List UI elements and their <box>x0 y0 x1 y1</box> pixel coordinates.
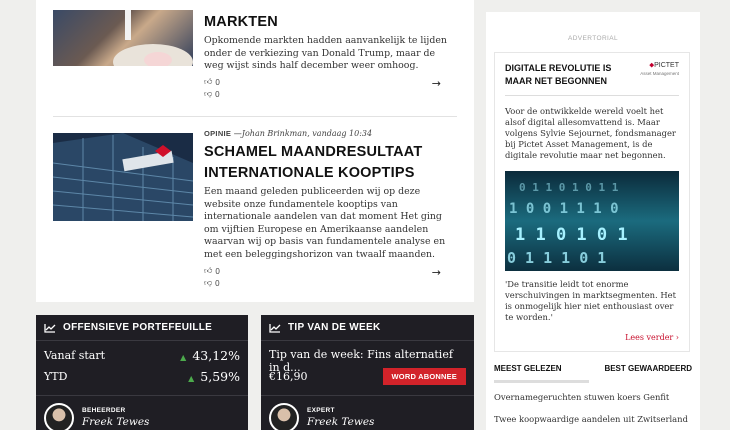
read-more-link[interactable]: Lees verder › <box>625 333 679 342</box>
triangle-up-icon: ▲ <box>180 353 187 362</box>
trend-chart-icon <box>44 323 56 333</box>
article-title[interactable]: MARKTEN <box>204 12 457 33</box>
trend-chart-icon <box>269 323 281 333</box>
article-excerpt: Een maand geleden publiceerden wij op de… <box>204 186 446 260</box>
dislike-reaction[interactable]: 👎︎ 0 <box>204 277 220 289</box>
arrow-right-icon[interactable]: → <box>432 266 441 279</box>
article-title[interactable]: SCHAMEL MAANDRESULTAAT INTERNATIONALE KO… <box>204 142 457 184</box>
portfolio-row: YTD ▲ 5,59% <box>44 369 240 384</box>
triangle-up-icon: ▲ <box>188 374 195 383</box>
list-item[interactable]: Twee koopwaardige aandelen uit Zwitserla… <box>494 414 688 424</box>
article-reactions: 👍︎ 0 👎︎ 0 <box>204 76 220 100</box>
thumbs-down-icon: 👎︎ <box>204 278 213 287</box>
article-reactions: 👍︎ 0 👎︎ 0 <box>204 265 220 289</box>
arrow-right-icon[interactable]: → <box>432 77 441 90</box>
thumbs-up-icon: 👍︎ <box>204 77 213 86</box>
tip-widget[interactable]: TIP VAN DE WEEK Tip van de week: Fins al… <box>261 315 474 430</box>
widget-title: TIP VAN DE WEEK <box>288 322 381 333</box>
widget-title: OFFENSIEVE PORTEFEUILLE <box>63 322 213 333</box>
portfolio-widget[interactable]: OFFENSIEVE PORTEFEUILLE Vanaf start ▲ 43,… <box>36 315 248 430</box>
article-item[interactable]: OPINIE —Johan Brinkman, vandaag 10:34 SC… <box>53 116 457 296</box>
thumbs-down-icon: 👎︎ <box>204 89 213 98</box>
ad-title[interactable]: DIGITALE REVOLUTIE IS MAAR NET BEGONNEN <box>505 62 625 87</box>
avatar <box>44 403 74 430</box>
subscribe-button[interactable]: WORD ABONNEE <box>382 368 466 385</box>
avatar <box>269 403 299 430</box>
article-item[interactable]: MARKTEN Opkomende markten hadden aanvank… <box>53 0 457 110</box>
advertorial-label: ADVERTORIAL <box>567 35 619 42</box>
article-thumbnail[interactable] <box>53 133 193 221</box>
advertorial-card[interactable]: DIGITALE REVOLUTIE IS MAAR NET BEGONNEN … <box>494 52 690 352</box>
tip-expert[interactable]: EXPERT Freek Tewes <box>269 403 374 430</box>
article-category[interactable]: OPINIE <box>204 129 231 138</box>
tab-most-read[interactable]: MEEST GELEZEN <box>494 364 562 373</box>
pictet-logo: ⬥PICTET Asset Management <box>640 62 679 76</box>
tab-best-rated[interactable]: BEST GEWAARDEERD <box>604 364 692 373</box>
article-excerpt: Opkomende markten hadden aanvankelijk te… <box>204 35 447 72</box>
ad-image[interactable]: 0 1 1 0 1 0 1 1 1 0 0 1 1 1 0 1 1 0 1 0 … <box>505 171 679 271</box>
article-list: MARKTEN Opkomende markten hadden aanvank… <box>36 0 474 302</box>
list-item[interactable]: Overnamegeruchten stuwen koers Genfit <box>494 392 669 402</box>
sidebar: ADVERTORIAL DIGITALE REVOLUTIE IS MAAR N… <box>486 12 700 430</box>
dislike-reaction[interactable]: 👎︎ 0 <box>204 88 220 100</box>
like-reaction[interactable]: 👍︎ 0 <box>204 265 220 277</box>
article-byline: —Johan Brinkman, vandaag 10:34 <box>233 129 373 138</box>
sidebar-tabs: MEEST GELEZEN BEST GEWAARDEERD <box>494 364 692 373</box>
article-thumbnail[interactable] <box>53 10 193 66</box>
ad-text: Voor de ontwikkelde wereld voelt het als… <box>505 106 676 160</box>
tip-price: €16,90 <box>269 370 308 383</box>
thumbs-up-icon: 👍︎ <box>204 266 213 275</box>
portfolio-row: Vanaf start ▲ 43,12% <box>44 348 240 363</box>
ad-quote: 'De transitie leidt tot enorme verschuiv… <box>505 279 677 322</box>
portfolio-manager[interactable]: BEHEERDER Freek Tewes <box>44 403 149 430</box>
like-reaction[interactable]: 👍︎ 0 <box>204 76 220 88</box>
